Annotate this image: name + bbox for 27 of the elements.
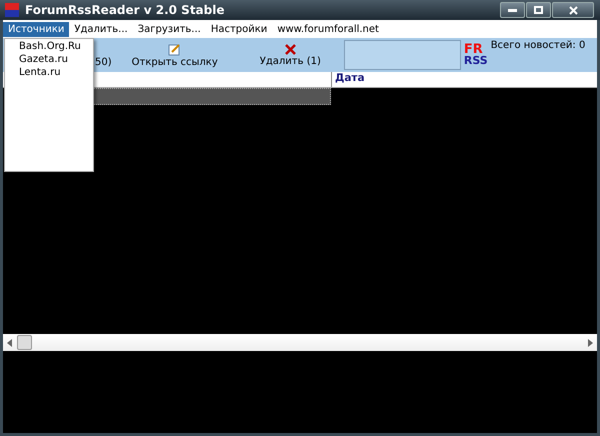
total-count: Всего новостей: 0 xyxy=(490,40,586,51)
delete-button[interactable]: Удалить (1) xyxy=(260,44,321,66)
right-arrow-icon xyxy=(588,338,593,346)
close-icon xyxy=(568,6,578,14)
menu-item[interactable]: www.forumforall.net xyxy=(272,22,384,36)
menu-item[interactable]: Настройки xyxy=(206,22,272,36)
window-title: ForumRssReader v 2.0 Stable xyxy=(25,3,224,17)
scrollbar[interactable] xyxy=(3,334,597,351)
logo: FR RSS xyxy=(464,44,488,66)
minimize-button[interactable] xyxy=(500,2,525,18)
scroll-thumb[interactable] xyxy=(17,335,32,350)
left-arrow-icon xyxy=(7,338,12,346)
menu-item[interactable]: Источники xyxy=(3,22,70,36)
app-icon xyxy=(5,3,19,17)
minimize-icon xyxy=(508,8,517,12)
menu-entry[interactable]: Lenta.ru xyxy=(19,67,93,78)
maximize-icon xyxy=(534,6,543,14)
toolbar-label: 50) xyxy=(95,56,112,68)
open-link-button[interactable]: Открыть ссылку xyxy=(132,42,218,68)
note-icon xyxy=(168,42,182,56)
menu-item[interactable]: Загрузить... xyxy=(132,22,206,36)
close-button[interactable] xyxy=(552,2,594,18)
maximize-button[interactable] xyxy=(526,2,551,18)
menu-entry[interactable]: Bash.Org.Ru xyxy=(19,41,93,52)
cross-icon xyxy=(284,44,296,54)
menu-entry[interactable]: Gazeta.ru xyxy=(19,54,93,65)
menu-item[interactable]: Удалить... xyxy=(69,22,133,36)
